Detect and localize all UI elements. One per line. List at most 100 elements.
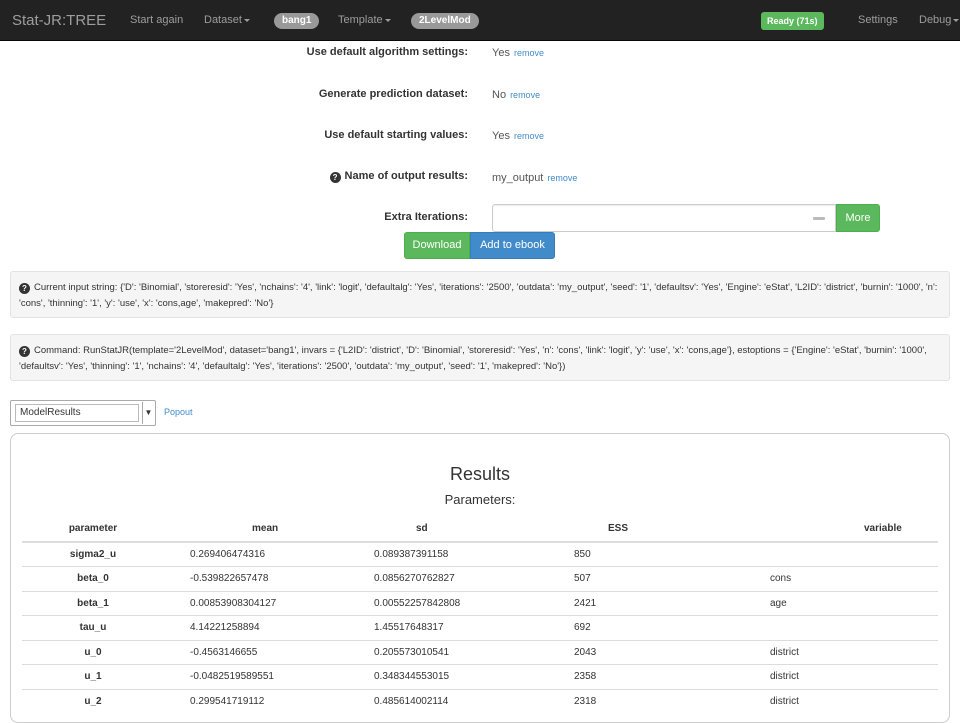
cell-mean: -0.539822657478 (164, 566, 364, 591)
debug-menu-label: Debug (919, 14, 952, 26)
command-well: ? Command: RunStatJR(template='2LevelMod'… (10, 334, 950, 381)
cell-variable (752, 541, 938, 567)
dataset-menu[interactable]: Dataset (204, 0, 250, 41)
cell-ess: 2318 (564, 688, 752, 714)
col-header-variable: variable (752, 515, 938, 543)
cell-parameter: beta_1 (22, 590, 164, 616)
command-text: Command: RunStatJR(template='2LevelMod',… (19, 345, 927, 372)
cell-sd: 1.45517648317 (364, 615, 564, 640)
parameters-table: parameter mean sd ESS variable sigma2_u 0… (22, 515, 938, 714)
template-menu[interactable]: Template (338, 0, 391, 41)
cell-ess: 2043 (564, 639, 752, 665)
cell-variable: district (752, 688, 938, 714)
table-row: u_2 0.299541719112 0.485614002114 2318 distr… (22, 688, 938, 714)
input-string-text: Current input string: {'D': 'Binomial', … (19, 282, 938, 309)
start-again-link[interactable]: Start again (130, 0, 183, 41)
cell-sd: 0.348344553015 (364, 664, 564, 689)
prediction-dataset-remove-link[interactable]: remove (510, 90, 540, 100)
download-button[interactable]: Download (404, 232, 470, 259)
output-results-name-value-text: my_output (492, 172, 544, 184)
extra-iterations-input[interactable] (492, 204, 836, 232)
table-row: beta_0 -0.539822657478 0.0856270762827 507 c… (22, 566, 938, 591)
output-select-value: ModelResults (15, 404, 139, 422)
prediction-dataset-value: No remove (492, 89, 540, 101)
extra-iterations-label: Extra Iterations: (384, 211, 468, 223)
question-circle-icon[interactable]: ? (329, 172, 341, 183)
default-algorithm-value: Yes remove (492, 47, 544, 59)
cell-ess: 850 (564, 541, 752, 567)
chevron-down-icon (953, 18, 960, 22)
cell-sd: 0.089387391158 (364, 541, 564, 567)
cell-sd: 0.485614002114 (364, 688, 564, 714)
table-row: u_0 -0.4563146655 0.205573010541 2043 distri… (22, 639, 938, 665)
cell-variable: cons (752, 566, 938, 591)
dataset-menu-label: Dataset (204, 14, 242, 26)
output-results-name-label: ? Name of output results: (48, 170, 468, 183)
results-title: Results (449, 464, 511, 484)
brand-link[interactable]: Stat-JR:TREE (12, 0, 106, 41)
col-header-parameter: parameter (22, 515, 164, 543)
chevron-down-icon (243, 18, 250, 22)
cell-sd: 0.0856270762827 (364, 566, 564, 591)
cell-parameter: tau_u (22, 615, 164, 640)
cell-variable: district (752, 639, 938, 665)
output-select[interactable]: ModelResults ▼ (10, 400, 156, 426)
cell-parameter: beta_0 (22, 566, 164, 591)
more-button[interactable]: More (836, 204, 880, 232)
spinner-handle-icon[interactable] (813, 217, 825, 220)
cell-variable: age (752, 590, 938, 616)
cell-ess: 2358 (564, 664, 752, 689)
prediction-dataset-value-text: No (492, 89, 507, 101)
default-starting-values-value-text: Yes (492, 130, 510, 142)
table-header-row: parameter mean sd ESS variable (22, 515, 938, 543)
prediction-dataset-label: Generate prediction dataset: (318, 88, 468, 100)
output-results-name-label-text: Name of output results: (344, 170, 468, 182)
ready-status-badge: Ready (71s) (761, 12, 824, 30)
template-menu-label: Template (338, 14, 383, 26)
col-header-sd: sd (364, 515, 564, 543)
template-badge: 2LevelMod (411, 13, 479, 29)
cell-mean: 0.00853908304127 (164, 590, 364, 616)
default-starting-values-value: Yes remove (492, 130, 544, 142)
question-circle-icon[interactable]: ? (19, 346, 30, 357)
cell-parameter: u_2 (22, 688, 164, 714)
cell-parameter: sigma2_u (22, 541, 164, 567)
default-starting-values-label: Use default starting values: (324, 129, 468, 141)
default-algorithm-remove-link[interactable]: remove (514, 48, 544, 58)
default-algorithm-label: Use default algorithm settings: (306, 46, 468, 58)
chevron-down-icon[interactable]: ▼ (142, 402, 154, 424)
table-row: u_1 -0.0482519589551 0.348344553015 2358 dis… (22, 664, 938, 689)
output-results-name-remove-link[interactable]: remove (547, 173, 577, 183)
parameters-table-body: sigma2_u 0.269406474316 0.089387391158 850 b… (22, 541, 938, 714)
debug-menu[interactable]: Debug (919, 0, 960, 41)
add-to-ebook-button[interactable]: Add to ebook (470, 232, 555, 259)
cell-sd: 0.205573010541 (364, 639, 564, 665)
cell-variable: district (752, 664, 938, 689)
popout-link[interactable]: Popout (164, 407, 193, 417)
cell-ess: 2421 (564, 590, 752, 616)
output-results-name-value: my_output remove (492, 172, 577, 184)
cell-ess: 692 (564, 615, 752, 640)
settings-link[interactable]: Settings (858, 0, 898, 41)
cell-variable (752, 615, 938, 640)
chevron-down-icon (384, 18, 391, 22)
default-algorithm-value-text: Yes (492, 47, 510, 59)
cell-sd: 0.00552257842808 (364, 590, 564, 616)
table-row: tau_u 4.14221258894 1.45517648317 692 (22, 615, 938, 640)
cell-mean: 4.14221258894 (164, 615, 364, 640)
top-navbar: Stat-JR:TREE Start again Dataset bang1 T… (0, 0, 960, 41)
cell-mean: -0.4563146655 (164, 639, 364, 665)
cell-mean: 0.299541719112 (164, 688, 364, 714)
cell-mean: -0.0482519589551 (164, 664, 364, 689)
cell-ess: 507 (564, 566, 752, 591)
default-starting-values-remove-link[interactable]: remove (514, 131, 544, 141)
col-header-ess: ESS (564, 515, 752, 543)
cell-parameter: u_0 (22, 639, 164, 665)
table-row: sigma2_u 0.269406474316 0.089387391158 850 (22, 541, 938, 567)
cell-mean: 0.269406474316 (164, 541, 364, 567)
table-row: beta_1 0.00853908304127 0.00552257842808 24… (22, 590, 938, 616)
dataset-badge: bang1 (274, 13, 320, 29)
input-string-well: ? Current input string: {'D': 'Binomial',… (10, 271, 950, 318)
question-circle-icon[interactable]: ? (19, 283, 30, 294)
col-header-mean: mean (164, 515, 364, 543)
